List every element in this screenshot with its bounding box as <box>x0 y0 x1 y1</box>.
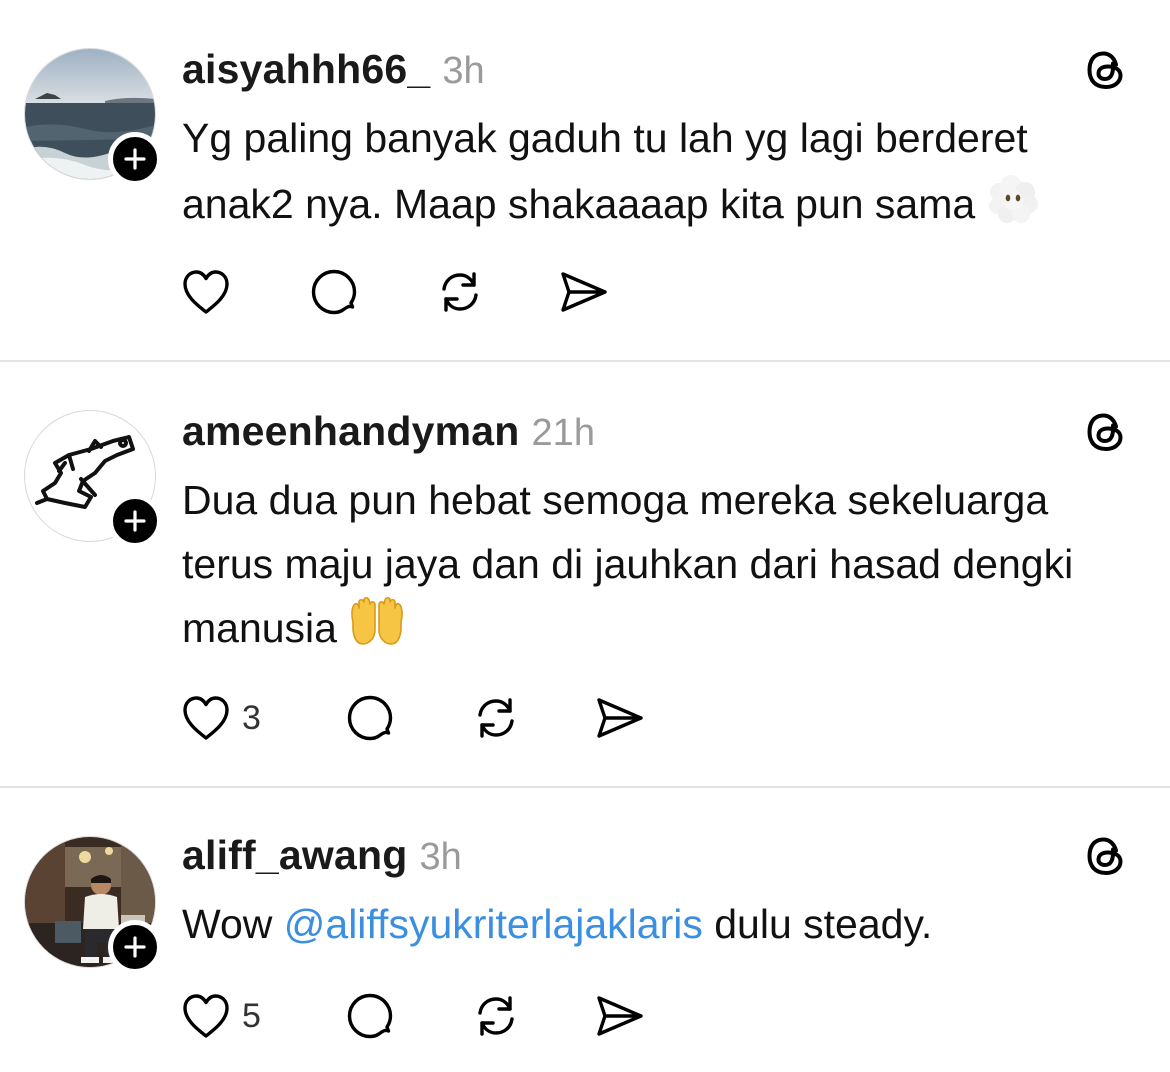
timestamp: 3h <box>419 836 462 878</box>
thread-reply-2: ameenhandyman 21h Dua dua pun hebat semo… <box>0 362 1170 786</box>
post-body: Yg paling banyak gaduh tu lah yg lagi be… <box>182 115 1028 227</box>
comment-button[interactable] <box>344 692 470 744</box>
like-button[interactable] <box>180 268 308 316</box>
like-count: 3 <box>242 698 261 737</box>
repost-icon <box>478 996 514 1036</box>
share-icon <box>597 698 643 738</box>
comment-icon <box>347 695 393 741</box>
thread-reply-1: aisyahhh66_ 3h Yg paling banyak gaduh tu… <box>0 0 1170 360</box>
repost-button[interactable] <box>470 990 594 1042</box>
threads-logo-icon[interactable] <box>1082 46 1130 94</box>
username[interactable]: ameenhandyman <box>182 408 520 455</box>
follow-button[interactable] <box>108 920 162 974</box>
post-text: Dua dua pun hebat semoga mereka sekeluar… <box>182 468 1132 666</box>
post-header: ameenhandyman 21h <box>182 408 595 458</box>
heart-icon <box>183 270 229 314</box>
open-hands-icon <box>347 596 407 666</box>
username[interactable]: aliff_awang <box>182 832 407 879</box>
follow-plus-icon <box>124 510 146 532</box>
comment-icon <box>311 269 357 315</box>
post-header: aliff_awang 3h <box>182 832 462 882</box>
comment-button[interactable] <box>344 990 470 1042</box>
follow-plus-icon <box>124 936 146 958</box>
follow-button[interactable] <box>108 494 162 548</box>
follow-plus-icon <box>124 148 146 170</box>
avatar-wrap <box>24 48 162 186</box>
comment-button[interactable] <box>308 266 434 318</box>
repost-icon <box>478 698 514 738</box>
heart-icon <box>183 994 229 1038</box>
threads-logo-icon[interactable] <box>1082 832 1130 880</box>
post-actions: 5 <box>180 990 646 1042</box>
post-header: aisyahhh66_ 3h <box>182 46 485 96</box>
post-body-start: Wow <box>182 901 284 947</box>
avatar-wrap <box>24 836 162 974</box>
share-button[interactable] <box>594 992 646 1040</box>
post-actions: 3 <box>180 692 646 744</box>
username[interactable]: aisyahhh66_ <box>182 46 430 93</box>
comment-icon <box>347 993 393 1039</box>
post-body-end: dulu steady. <box>702 901 933 947</box>
face-with-clouds-icon <box>985 170 1041 244</box>
repost-button[interactable] <box>470 692 594 744</box>
like-button[interactable]: 3 <box>180 694 344 742</box>
post-body: Dua dua pun hebat semoga mereka sekeluar… <box>182 477 1074 651</box>
thread-reply-3: aliff_awang 3h Wow @aliffsyukriterlajakl… <box>0 788 1170 1072</box>
like-count: 5 <box>242 996 261 1035</box>
post-text: Wow @aliffsyukriterlajaklaris dulu stead… <box>182 892 1142 956</box>
repost-icon <box>442 272 478 312</box>
repost-button[interactable] <box>434 266 558 318</box>
share-icon <box>597 996 643 1036</box>
timestamp: 21h <box>531 412 595 454</box>
share-icon <box>561 272 607 312</box>
follow-button[interactable] <box>108 132 162 186</box>
mention-link[interactable]: @aliffsyukriterlajaklaris <box>284 901 703 947</box>
timestamp: 3h <box>442 50 485 92</box>
like-button[interactable]: 5 <box>180 992 344 1040</box>
share-button[interactable] <box>594 694 646 742</box>
heart-icon <box>183 696 229 740</box>
post-text: Yg paling banyak gaduh tu lah yg lagi be… <box>182 106 1142 244</box>
avatar-wrap <box>24 410 162 548</box>
share-button[interactable] <box>558 268 610 316</box>
threads-logo-icon[interactable] <box>1082 408 1130 456</box>
post-actions <box>180 266 610 318</box>
